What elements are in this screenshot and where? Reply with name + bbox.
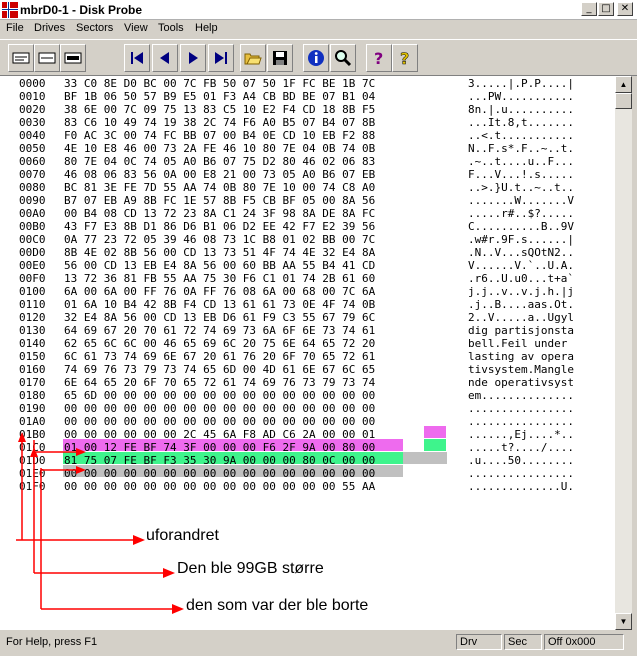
menu-sectors[interactable]: Sectors	[76, 22, 113, 34]
sector-view-alt-icon	[38, 52, 56, 64]
annotation-grew-99gb: Den ble 99GB større	[177, 560, 324, 577]
status-help-text: For Help, press F1	[2, 634, 454, 650]
previous-sector-button[interactable]	[152, 44, 178, 72]
status-drive: Drv	[456, 634, 502, 650]
save-button[interactable]	[267, 44, 293, 72]
annotation-unchanged: uforandret	[146, 527, 219, 544]
info-button[interactable]	[303, 44, 329, 72]
vertical-scrollbar[interactable]: ▲ ▼	[615, 76, 632, 630]
scroll-down-button[interactable]: ▼	[615, 613, 632, 630]
first-sector-button[interactable]	[124, 44, 150, 72]
toolbar: ? ?	[0, 39, 637, 76]
hex-view[interactable]: 0000 33 C0 8E D0 BC 00 7C FB 50 07 50 1F …	[0, 76, 615, 630]
menu-view[interactable]: View	[124, 22, 148, 34]
sector-view-button[interactable]	[8, 44, 34, 72]
menu-drives[interactable]: Drives	[34, 22, 65, 34]
context-help-icon: ?	[400, 49, 410, 67]
open-icon	[244, 53, 262, 65]
search-icon	[335, 50, 352, 67]
last-icon	[215, 52, 227, 64]
last-sector-button[interactable]	[208, 44, 234, 72]
maximize-button[interactable]: □	[598, 2, 614, 16]
title-bar: mbrD0-1 - Disk Probe _ □ ✕	[0, 0, 637, 20]
open-button[interactable]	[240, 44, 266, 72]
menu-tools[interactable]: Tools	[158, 22, 184, 34]
save-icon	[273, 51, 287, 65]
scroll-up-button[interactable]: ▲	[615, 76, 632, 93]
help-icon: ?	[374, 49, 383, 67]
info-icon	[308, 50, 324, 66]
scroll-thumb[interactable]	[615, 93, 632, 109]
context-help-button[interactable]: ?	[392, 44, 418, 72]
menu-bar: File Drives Sectors View Tools Help	[0, 20, 637, 38]
app-flag-icon	[2, 2, 18, 18]
close-button[interactable]: ✕	[617, 2, 633, 16]
status-sector: Sec	[504, 634, 542, 650]
help-button[interactable]: ?	[366, 44, 392, 72]
search-button[interactable]	[330, 44, 356, 72]
window-title: mbrD0-1 - Disk Probe	[20, 3, 143, 17]
svg-text:?: ?	[400, 49, 409, 67]
svg-text:?: ?	[374, 49, 383, 67]
menu-file[interactable]: File	[6, 22, 24, 34]
menu-help[interactable]: Help	[195, 22, 218, 34]
annotation-disappeared: den som var der ble borte	[186, 597, 369, 614]
status-bar: For Help, press F1 Drv Sec Off 0x000	[0, 632, 637, 656]
first-icon	[131, 52, 143, 64]
sector-view-alt-button[interactable]	[34, 44, 60, 72]
status-offset: Off 0x000	[544, 634, 624, 650]
next-icon	[189, 52, 198, 64]
sector-list-icon	[64, 52, 82, 64]
next-sector-button[interactable]	[180, 44, 206, 72]
minimize-button[interactable]: _	[581, 2, 597, 16]
sector-view-icon	[12, 52, 30, 64]
previous-icon	[160, 52, 169, 64]
annotation-arrows	[16, 432, 184, 614]
sector-list-button[interactable]	[60, 44, 86, 72]
